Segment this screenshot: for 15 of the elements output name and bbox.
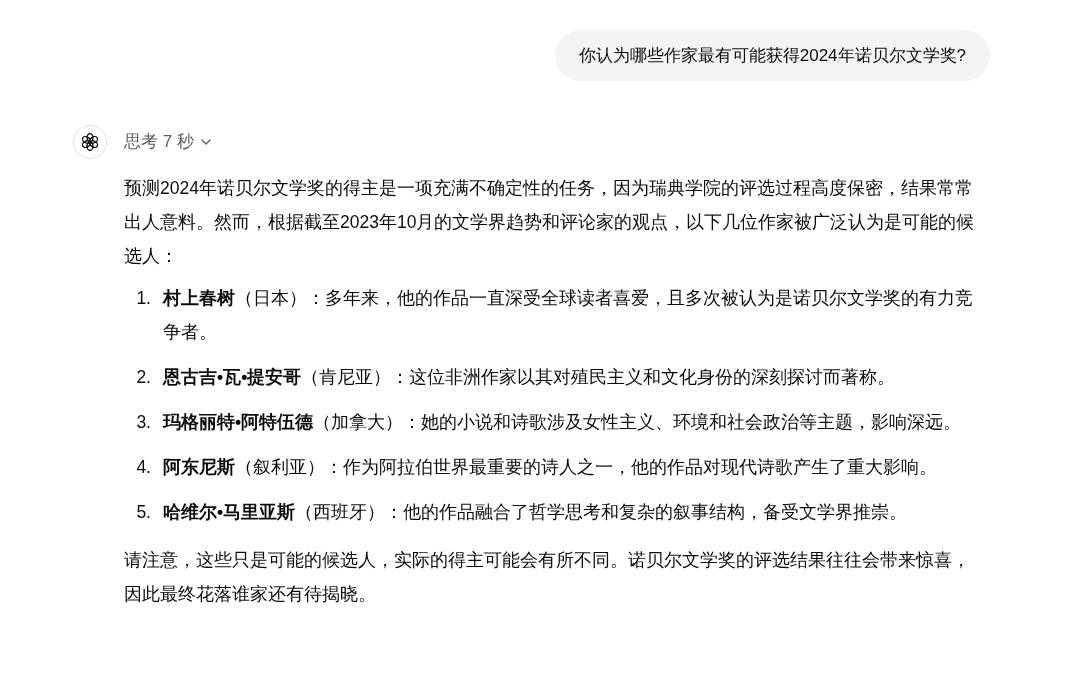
logo-icon xyxy=(80,132,100,152)
list-item-text: 恩古吉•瓦•提安哥（肯尼亚）：这位非洲作家以其对殖民主义和文化身份的深刻探讨而著称。 xyxy=(163,366,897,389)
list-number: 1. xyxy=(135,287,152,310)
list-item-text: 哈维尔•马里亚斯（西班牙）：他的作品融合了哲学思考和复杂的叙事结构，备受文学界推崇。 xyxy=(163,501,909,524)
intro-paragraph: 预测2024年诺贝尔文学奖的得主是一项充满不确定性的任务，因为瑞典学院的评选过程高度保密，结果常常出人意料。然而，根据截至2023年10月的文学界趋势和评论家的观点，以下几位作家被广泛认为是可能的候选人： xyxy=(124,177,976,268)
list-number: 3. xyxy=(135,411,152,434)
list-number: 4. xyxy=(135,456,152,479)
thinking-toggle[interactable]: 思考 7 秒 xyxy=(124,125,214,159)
list-number: 5. xyxy=(135,501,152,524)
note-paragraph: 请注意，这些只是可能的候选人，实际的得主可能会有所不同。诺贝尔文学奖的评选结果往往会带来惊喜，因此最终花落谁家还有待揭晓。 xyxy=(124,549,971,606)
list-number: 2. xyxy=(135,366,152,389)
user-message: 你认为哪些作家最有可能获得2024年诺贝尔文学奖? xyxy=(554,30,990,81)
list-item-text: 村上春树（日本）：多年来，他的作品一直深受全球读者喜爱，且多次被认为是诺贝尔文学奖的有力竞争者。 xyxy=(163,287,974,344)
list-item-text: 玛格丽特•阿特伍德（加拿大）：她的小说和诗歌涉及女性主义、环境和社会政治等主题，影响深远。 xyxy=(163,411,963,434)
list-item-text: 阿东尼斯（叙利亚）：作为阿拉伯世界最重要的诗人之一，他的作品对现代诗歌产生了重大影响。 xyxy=(163,456,938,479)
